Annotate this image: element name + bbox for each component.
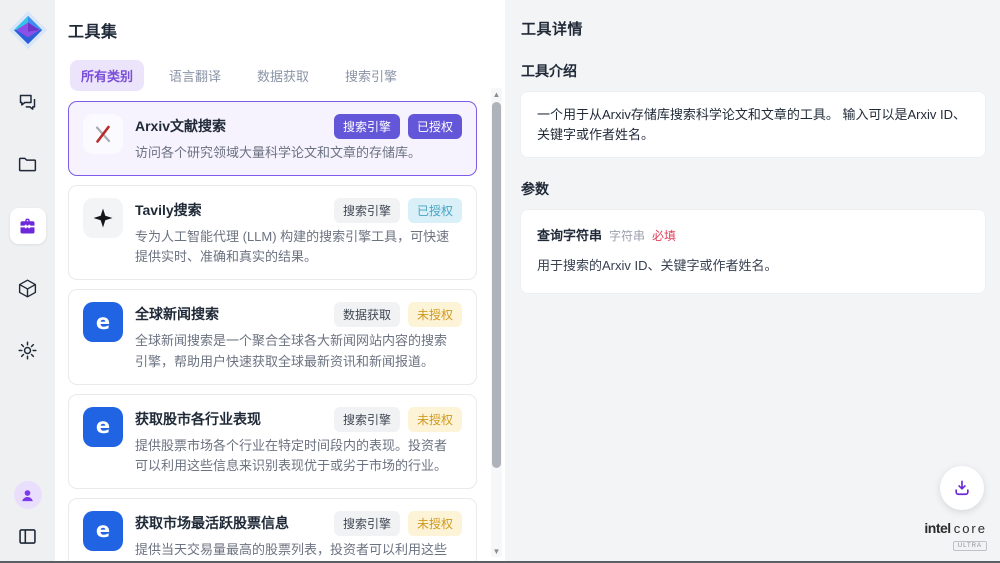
user-avatar-icon[interactable]	[14, 481, 42, 509]
category-badge: 搜索引擎	[334, 511, 400, 536]
tool-card[interactable]: Arxiv文献搜索 搜索引擎 已授权 访问各个研究领域大量科学论文和文章的存储库…	[68, 101, 477, 176]
folder-icon[interactable]	[10, 146, 46, 182]
params-heading: 参数	[521, 179, 985, 199]
param-required-badge: 必填	[652, 227, 676, 245]
tool-description: 专为人工智能代理 (LLM) 构建的搜索引擎工具，可快速提供实时、准确和真实的结…	[135, 227, 462, 267]
news-e-icon: e	[83, 407, 123, 447]
auth-status-badge: 已授权	[408, 198, 462, 223]
auth-status-badge: 已授权	[408, 114, 462, 139]
tool-name: 获取股市各行业表现	[135, 407, 261, 429]
tool-card[interactable]: e 全球新闻搜索 数据获取 未授权 全球新闻搜索是一个聚合全球各大新闻网站内容的…	[68, 289, 477, 384]
auth-status-badge: 未授权	[408, 302, 462, 327]
left-rail	[0, 0, 55, 563]
tool-description: 提供股票市场各个行业在特定时间段内的表现。投资者可以利用这些信息来识别表现优于或…	[135, 436, 462, 476]
news-e-icon: e	[83, 302, 123, 342]
news-e-icon: e	[83, 511, 123, 551]
param-type: 字符串	[609, 227, 645, 245]
tool-name: Arxiv文献搜索	[135, 114, 226, 136]
param-desc: 用于搜索的Arxiv ID、关键字或作者姓名。	[537, 256, 969, 276]
toolset-panel: 工具集 所有类别语言翻译数据获取搜索引擎 Arxiv文献搜索 搜索引擎 已授权 …	[55, 0, 505, 563]
intel-wordmark: intel	[924, 521, 950, 535]
tool-description: 提供当天交易量最高的股票列表，投资者可以利用这些信息来识别流动性强的股票和潜在的…	[135, 540, 462, 563]
chat-icon[interactable]	[10, 84, 46, 120]
arxiv-icon	[83, 114, 123, 154]
tab-2[interactable]: 数据获取	[246, 60, 320, 91]
tool-description: 全球新闻搜索是一个聚合全球各大新闻网站内容的搜索引擎，帮助用户快速获取全球最新资…	[135, 331, 462, 371]
auth-status-badge: 未授权	[408, 407, 462, 432]
tool-card[interactable]: e 获取股市各行业表现 搜索引擎 未授权 提供股票市场各个行业在特定时间段内的表…	[68, 394, 477, 489]
param-name: 查询字符串	[537, 226, 602, 246]
intel-core-logo: intel core ultra	[924, 521, 987, 551]
tool-name: 获取市场最活跃股票信息	[135, 511, 289, 533]
category-badge: 搜索引擎	[334, 198, 400, 223]
tool-name: Tavily搜索	[135, 198, 202, 220]
tab-3[interactable]: 搜索引擎	[334, 60, 408, 91]
tab-0[interactable]: 所有类别	[70, 60, 144, 91]
intro-box: 一个用于从Arxiv存储库搜索科学论文和文章的工具。 输入可以是Arxiv ID…	[521, 92, 985, 157]
scrollbar-thumb[interactable]	[492, 102, 501, 468]
cube-icon[interactable]	[10, 270, 46, 306]
core-wordmark: core	[954, 522, 987, 535]
collapse-panel-icon[interactable]	[15, 523, 41, 549]
list-scrollbar[interactable]: ▲ ▼	[491, 88, 502, 557]
auth-status-badge: 未授权	[408, 511, 462, 536]
tool-list: Arxiv文献搜索 搜索引擎 已授权 访问各个研究领域大量科学论文和文章的存储库…	[68, 101, 505, 563]
tool-card[interactable]: Tavily搜索 搜索引擎 已授权 专为人工智能代理 (LLM) 构建的搜索引擎…	[68, 185, 477, 280]
intel-sub-badge: ultra	[953, 541, 987, 551]
scroll-down-arrow-icon[interactable]: ▼	[491, 545, 502, 557]
toolset-title: 工具集	[68, 18, 505, 42]
category-tabs: 所有类别语言翻译数据获取搜索引擎	[70, 60, 505, 91]
app-logo	[8, 10, 48, 50]
gear-icon[interactable]	[10, 332, 46, 368]
tool-name: 全球新闻搜索	[135, 302, 219, 324]
tool-description: 访问各个研究领域大量科学论文和文章的存储库。	[135, 143, 462, 163]
tab-1[interactable]: 语言翻译	[158, 60, 232, 91]
toolbox-icon[interactable]	[10, 208, 46, 244]
category-badge: 搜索引擎	[334, 114, 400, 139]
param-box: 查询字符串 字符串 必填 用于搜索的Arxiv ID、关键字或作者姓名。	[521, 210, 985, 293]
tool-detail-panel: 工具详情 工具介绍 一个用于从Arxiv存储库搜索科学论文和文章的工具。 输入可…	[505, 0, 1000, 563]
category-badge: 数据获取	[334, 302, 400, 327]
detail-title: 工具详情	[521, 18, 985, 39]
download-button[interactable]	[940, 466, 984, 510]
tool-card[interactable]: e 获取市场最活跃股票信息 搜索引擎 未授权 提供当天交易量最高的股票列表，投资…	[68, 498, 477, 563]
intro-heading: 工具介绍	[521, 61, 985, 81]
scroll-up-arrow-icon[interactable]: ▲	[491, 88, 502, 100]
tavily-icon	[83, 198, 123, 238]
category-badge: 搜索引擎	[334, 407, 400, 432]
